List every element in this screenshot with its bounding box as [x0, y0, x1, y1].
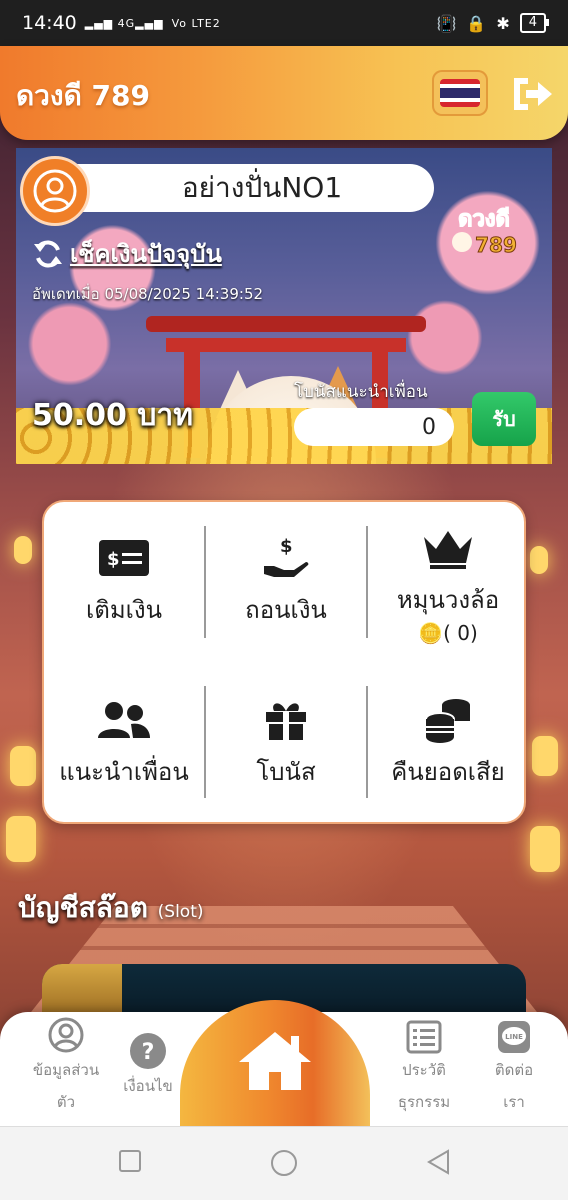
action-menu: $ เติมเงิน $ ถอนเงิน หมุนวงล้อ 🪙( 0) แนะ…: [42, 500, 526, 824]
referral-bonus-value: 0: [294, 408, 454, 446]
back-icon[interactable]: [426, 1149, 450, 1175]
nav-terms[interactable]: ? เงื่อนไข: [110, 1030, 186, 1102]
avatar[interactable]: [20, 156, 90, 226]
logout-icon: [514, 78, 552, 110]
menu-item-spin-wheel[interactable]: หมุนวงล้อ 🪙( 0): [368, 520, 528, 645]
svg-text:$: $: [107, 549, 120, 570]
brand-logo: ดวงดี 789: [452, 206, 517, 258]
home-icon: [239, 1032, 311, 1090]
crown-icon: [424, 531, 472, 569]
status-bar: 14:40 ▂▄▆ 4G▂▄▆ Vo LTE2 📳 🔒 ✱ 4: [0, 0, 568, 46]
claim-bonus-button[interactable]: รับ: [472, 392, 536, 446]
system-home-icon[interactable]: [270, 1149, 298, 1177]
slot-section-title: บัญชีสล๊อต (Slot): [18, 891, 204, 924]
slot-section-subtitle: (Slot): [157, 902, 204, 922]
svg-text:$: $: [280, 536, 293, 557]
nav-history[interactable]: ประวัติ ธุรกรรม: [380, 1014, 468, 1118]
deposit-card-icon: $: [99, 540, 149, 576]
language-button[interactable]: [432, 70, 488, 116]
torii-gate: [146, 316, 426, 332]
username-pill: อย่างปั่นNO1: [30, 164, 434, 212]
line-chat-icon: LINE: [498, 1021, 530, 1053]
menu-item-refer-friend[interactable]: แนะนำเพื่อน: [44, 692, 204, 791]
user-icon: [33, 169, 77, 213]
recent-apps-icon[interactable]: [118, 1149, 142, 1173]
menu-item-cashback[interactable]: คืนยอดเสีย: [368, 692, 528, 791]
gift-icon: [266, 703, 306, 740]
coin-icon: 🪙: [418, 621, 444, 645]
check-balance-button[interactable]: เช็คเงินปัจจุบัน: [32, 234, 222, 273]
lock-icon: 🔒: [466, 13, 487, 33]
volte-indicator: Vo LTE2: [171, 16, 221, 30]
logout-button[interactable]: [510, 74, 554, 114]
friends-icon: [98, 702, 150, 738]
username: อย่างปั่นNO1: [181, 171, 343, 204]
help-icon: ?: [130, 1033, 166, 1069]
coins-stack-icon: [425, 699, 470, 743]
check-balance-label: เช็คเงินปัจจุบัน: [70, 240, 222, 268]
menu-item-bonus[interactable]: โบนัส: [206, 692, 366, 791]
menu-item-deposit[interactable]: $ เติมเงิน: [44, 530, 204, 629]
vibrate-icon: 📳: [436, 13, 457, 33]
referral-bonus-label: โบนัสแนะนำเพื่อน: [294, 382, 428, 402]
signal-icon: ▂▄▆ 4G▂▄▆: [84, 16, 164, 30]
withdraw-hand-icon: $: [264, 536, 309, 577]
history-list-icon: [406, 1020, 442, 1054]
clock: 14:40: [22, 12, 77, 34]
battery-icon: 4: [519, 13, 550, 33]
svg-text:ดวงดี: ดวงดี: [458, 207, 510, 232]
system-nav-bar: [0, 1126, 568, 1200]
nav-profile[interactable]: ข้อมูลส่วน ตัว: [22, 1014, 110, 1118]
svg-text:LINE: LINE: [505, 1033, 523, 1041]
menu-item-withdraw[interactable]: $ ถอนเงิน: [206, 530, 366, 629]
refresh-icon: [34, 240, 62, 267]
last-updated-text: อัพเดทเมื่อ 05/08/2025 14:39:52: [32, 285, 264, 303]
bluetooth-icon: ✱: [496, 13, 510, 33]
svg-text:789: 789: [475, 233, 517, 257]
brand-title: ดวงดี 789: [16, 79, 150, 112]
balance-amount: 50.00 บาท: [32, 398, 194, 433]
app-header: ดวงดี 789: [0, 46, 568, 140]
thailand-flag-icon: [440, 79, 480, 107]
svg-text:?: ?: [142, 1040, 155, 1065]
profile-icon: [48, 1017, 84, 1053]
nav-contact[interactable]: LINE ติดต่อ เรา: [474, 1014, 554, 1118]
